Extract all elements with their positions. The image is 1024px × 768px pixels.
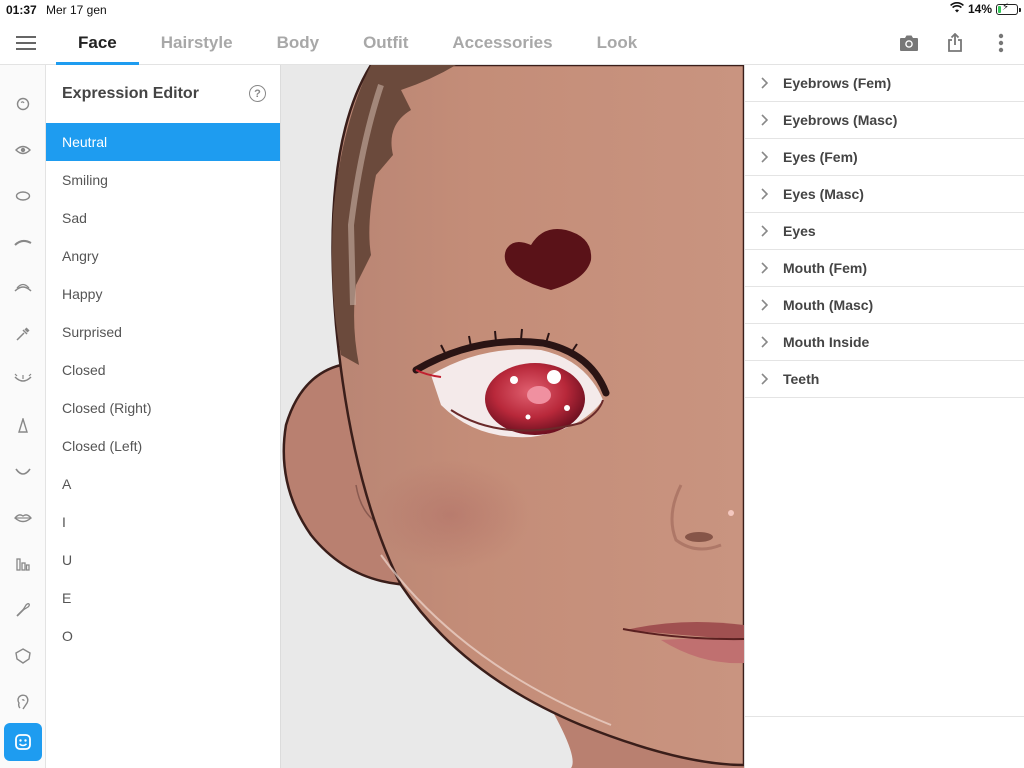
- expression-item-a[interactable]: A: [46, 465, 280, 503]
- status-bar: 01:37 Mer 17 gen 14% ⚡: [0, 0, 1024, 20]
- eyeliner-brush-icon[interactable]: [4, 315, 42, 353]
- expression-item-closed[interactable]: Closed: [46, 351, 280, 389]
- blend-group-mouth-inside[interactable]: Mouth Inside: [745, 324, 1024, 361]
- blend-group-label: Teeth: [783, 371, 820, 387]
- eyelash-icon[interactable]: [4, 269, 42, 307]
- eyebrow-icon[interactable]: [4, 223, 42, 261]
- category-tabs: Face Hairstyle Body Outfit Accessories L…: [56, 20, 659, 65]
- battery-icon: ⚡: [996, 1, 1021, 15]
- blend-group-label: Mouth Inside: [783, 334, 870, 350]
- help-icon[interactable]: ?: [249, 85, 266, 102]
- share-icon[interactable]: [932, 20, 978, 65]
- more-vertical-icon[interactable]: [978, 20, 1024, 65]
- blendshape-group-list: Eyebrows (Fem) Eyebrows (Masc) Eyes (Fem) E…: [745, 65, 1024, 398]
- eye-pupil: [527, 386, 551, 404]
- wifi-icon: [950, 2, 964, 16]
- blend-group-eyebrows-masc[interactable]: Eyebrows (Masc): [745, 102, 1024, 139]
- status-right: 14% ⚡: [950, 1, 1021, 16]
- blend-group-eyes-fem[interactable]: Eyes (Fem): [745, 139, 1024, 176]
- hamburger-menu-icon[interactable]: [14, 32, 38, 52]
- expression-item-o[interactable]: O: [46, 617, 280, 655]
- blend-group-eyes-masc[interactable]: Eyes (Masc): [745, 176, 1024, 213]
- eye-sparkle-tiny: [564, 405, 570, 411]
- expression-editor-panel: Expression Editor ? Neutral Smiling Sad Ang…: [46, 65, 281, 768]
- expression-item-sad[interactable]: Sad: [46, 199, 280, 237]
- chevron-right-icon: [745, 299, 783, 311]
- blend-group-label: Eyebrows (Fem): [783, 75, 892, 91]
- chevron-right-icon: [745, 336, 783, 348]
- top-nav: Face Hairstyle Body Outfit Accessories L…: [0, 20, 1024, 65]
- status-time: 01:37: [6, 3, 37, 17]
- charging-bolt-icon: ⚡: [1002, 1, 1010, 13]
- eye-sparkle-large: [547, 370, 561, 384]
- blendshape-groups-panel: Eyebrows (Fem) Eyebrows (Masc) Eyes (Fem) E…: [744, 65, 1024, 768]
- expression-item-i[interactable]: I: [46, 503, 280, 541]
- eye-sparkle-low: [525, 414, 531, 420]
- mouth-icon[interactable]: [4, 453, 42, 491]
- expression-item-surprised[interactable]: Surprised: [46, 313, 280, 351]
- blend-group-teeth[interactable]: Teeth: [745, 361, 1024, 398]
- avatar-3d-viewport[interactable]: [281, 65, 744, 768]
- nose-icon[interactable]: [4, 407, 42, 445]
- blend-group-label: Eyes (Masc): [783, 186, 864, 202]
- expression-editor-header: Expression Editor ?: [46, 65, 280, 123]
- battery-percent: 14%: [967, 2, 992, 16]
- expression-face-icon[interactable]: [4, 723, 42, 761]
- expression-item-u[interactable]: U: [46, 541, 280, 579]
- chevron-right-icon: [745, 114, 783, 126]
- nose-tip-highlight: [728, 510, 734, 516]
- expression-item-happy[interactable]: Happy: [46, 275, 280, 313]
- face-shape-icon[interactable]: [4, 637, 42, 675]
- ear-icon[interactable]: [4, 683, 42, 721]
- chevron-right-icon: [745, 77, 783, 89]
- expression-item-closed-right[interactable]: Closed (Right): [46, 389, 280, 427]
- eye-icon[interactable]: [4, 131, 42, 169]
- tab-look[interactable]: Look: [575, 20, 660, 65]
- blend-group-label: Mouth (Masc): [783, 297, 874, 313]
- chevron-right-icon: [745, 188, 783, 200]
- nostril: [685, 532, 713, 542]
- avatar-face-render: [282, 65, 744, 768]
- blend-group-eyes[interactable]: Eyes: [745, 213, 1024, 250]
- tab-face[interactable]: Face: [56, 20, 139, 65]
- chevron-right-icon: [745, 262, 783, 274]
- battery-fill: [998, 5, 1001, 13]
- lips-icon[interactable]: [4, 499, 42, 537]
- blend-group-label: Eyes (Fem): [783, 149, 858, 165]
- chevron-right-icon: [745, 151, 783, 163]
- face-part-rail: [0, 65, 46, 768]
- cheek-blush: [371, 460, 531, 570]
- expression-list: Neutral Smiling Sad Angry Happy Surprised Clos…: [46, 123, 280, 655]
- makeup-brush-icon[interactable]: [4, 591, 42, 629]
- status-date: Mer 17 gen: [46, 3, 107, 17]
- eye-sparkle-small: [510, 376, 518, 384]
- blend-group-label: Eyes: [783, 223, 816, 239]
- eye-outline-icon[interactable]: [4, 177, 42, 215]
- lower-lashes-icon[interactable]: [4, 361, 42, 399]
- face-outline-icon[interactable]: [4, 85, 42, 123]
- expression-item-e[interactable]: E: [46, 579, 280, 617]
- tab-hairstyle[interactable]: Hairstyle: [139, 20, 255, 65]
- tab-outfit[interactable]: Outfit: [341, 20, 430, 65]
- tab-accessories[interactable]: Accessories: [430, 20, 574, 65]
- expression-item-angry[interactable]: Angry: [46, 237, 280, 275]
- blend-group-mouth-fem[interactable]: Mouth (Fem): [745, 250, 1024, 287]
- chevron-right-icon: [745, 225, 783, 237]
- expression-item-smiling[interactable]: Smiling: [46, 161, 280, 199]
- blend-group-label: Mouth (Fem): [783, 260, 867, 276]
- panel-title: Expression Editor: [62, 85, 199, 102]
- tab-body[interactable]: Body: [255, 20, 342, 65]
- camera-icon[interactable]: [886, 20, 932, 65]
- blend-group-eyebrows-fem[interactable]: Eyebrows (Fem): [745, 65, 1024, 102]
- chevron-right-icon: [745, 373, 783, 385]
- blend-group-label: Eyebrows (Masc): [783, 112, 898, 128]
- expression-item-closed-left[interactable]: Closed (Left): [46, 427, 280, 465]
- expression-item-neutral[interactable]: Neutral: [46, 123, 280, 161]
- blend-group-mouth-masc[interactable]: Mouth (Masc): [745, 287, 1024, 324]
- teeth-icon[interactable]: [4, 545, 42, 583]
- nav-actions: [886, 20, 1024, 65]
- blend-panel-footer: [745, 716, 1024, 768]
